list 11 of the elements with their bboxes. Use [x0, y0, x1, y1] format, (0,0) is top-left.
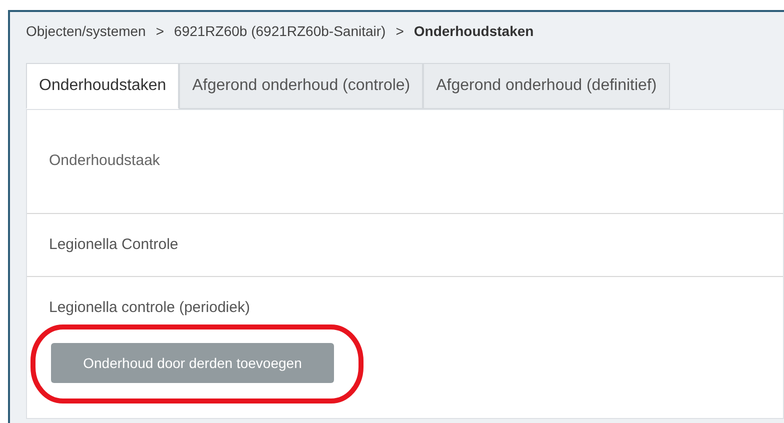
tab[interactable]: Onderhoudstaken — [26, 63, 180, 109]
breadcrumb-separator: > — [156, 22, 164, 40]
column-header: Onderhoudstaak — [27, 110, 783, 214]
tab[interactable]: Afgerond onderhoud (definitief) — [423, 63, 670, 109]
table-cell-text: Legionella controle (periodiek) — [48, 298, 251, 318]
breadcrumb-link[interactable]: 6921RZ60b (6921RZ60b-Sanitair) — [174, 20, 386, 42]
breadcrumb-current: Onderhoudstaken — [414, 22, 534, 40]
breadcrumb-link[interactable]: Objecten/systemen — [26, 20, 146, 42]
table-cell: Legionella Controle — [27, 214, 783, 277]
breadcrumb-separator: > — [396, 22, 404, 40]
tab[interactable]: Afgerond onderhoud (controle) — [179, 63, 424, 109]
